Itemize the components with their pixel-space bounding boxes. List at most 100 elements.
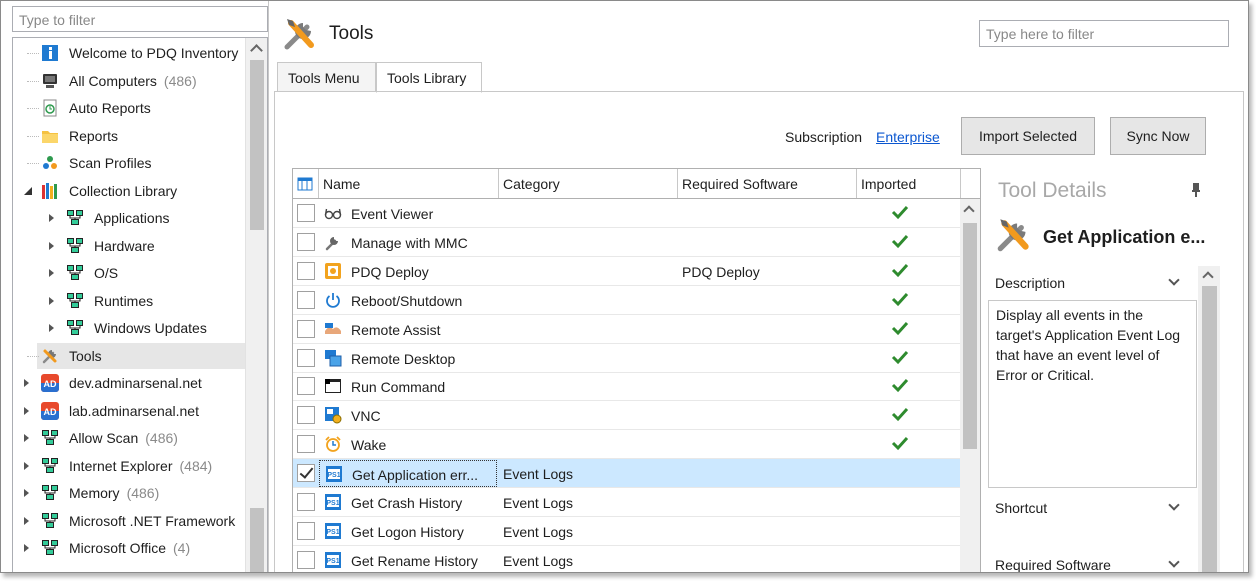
tree-item[interactable]: Tools <box>27 342 245 369</box>
tool-name-cell[interactable]: Remote Assist <box>319 316 497 343</box>
expand-arrow-icon[interactable] <box>24 379 29 387</box>
tool-name-cell[interactable]: Manage with MMC <box>319 229 497 256</box>
table-row[interactable]: Run Command <box>293 372 960 402</box>
details-scrollbar[interactable] <box>1198 266 1220 572</box>
row-checkbox[interactable] <box>297 261 315 280</box>
row-checkbox[interactable] <box>297 232 315 251</box>
tree-item[interactable]: Collection Library <box>13 178 245 204</box>
tool-name-cell[interactable]: PS1 Get Application err... <box>319 460 497 488</box>
row-checkbox[interactable] <box>297 521 315 540</box>
tree-filter-input[interactable]: Type to filter <box>12 6 268 32</box>
row-checkbox[interactable] <box>297 377 315 396</box>
table-row[interactable]: Remote Desktop <box>293 344 960 373</box>
tree-scrollbar[interactable] <box>245 38 267 572</box>
tree-scroll-thumb[interactable] <box>250 60 264 230</box>
subscription-link[interactable]: Enterprise <box>876 129 940 145</box>
scroll-up-icon[interactable] <box>250 44 263 57</box>
tree-item-count: (484) <box>179 457 213 474</box>
row-checkbox[interactable] <box>297 348 315 367</box>
expand-arrow-icon[interactable] <box>49 324 54 332</box>
expand-arrow-icon[interactable] <box>24 516 29 525</box>
tree-item[interactable]: Memory (486) <box>13 480 245 506</box>
tool-name-cell[interactable]: Reboot/Shutdown <box>319 287 497 314</box>
tree-item[interactable]: Hardware <box>13 233 245 259</box>
row-checkbox[interactable] <box>297 204 315 222</box>
table-row[interactable]: PS1 Get Rename History Event Logs <box>293 546 960 572</box>
table-row[interactable]: PDQ Deploy PDQ Deploy <box>293 257 960 286</box>
expand-arrow-icon[interactable] <box>49 214 54 222</box>
column-chooser-icon[interactable] <box>297 176 313 192</box>
tree-item[interactable]: Allow Scan (486) <box>13 425 245 451</box>
tree-item[interactable]: Windows Updates <box>13 315 245 341</box>
tree-item[interactable]: AD lab.adminarsenal.net <box>13 398 245 424</box>
expand-arrow-icon[interactable] <box>24 489 29 497</box>
required-software-section-header[interactable]: Required Software <box>995 557 1111 572</box>
expand-arrow-icon[interactable] <box>49 241 54 250</box>
tree-item[interactable]: O/S <box>13 260 245 286</box>
tool-name-cell[interactable]: Event Viewer <box>319 200 497 227</box>
tool-name-cell[interactable]: Wake <box>319 431 497 458</box>
pin-icon[interactable] <box>1192 183 1200 197</box>
column-header-imported[interactable]: Imported <box>857 169 961 198</box>
shortcut-section-header[interactable]: Shortcut <box>995 500 1047 516</box>
column-header-category[interactable]: Category <box>499 169 678 198</box>
tree-item[interactable]: AD dev.adminarsenal.net <box>13 370 245 396</box>
description-section-header[interactable]: Description <box>995 275 1065 291</box>
row-checkbox[interactable] <box>297 290 315 309</box>
tree-scroll-thumb-lower[interactable] <box>250 508 264 572</box>
expand-arrow-icon[interactable] <box>24 406 29 415</box>
column-header-required-software[interactable]: Required Software <box>678 169 857 198</box>
row-checkbox[interactable] <box>297 406 315 425</box>
import-selected-button[interactable]: Import Selected <box>961 117 1095 155</box>
row-checkbox[interactable] <box>297 550 315 569</box>
table-row[interactable]: Wake <box>293 430 960 460</box>
collapse-arrow-icon[interactable] <box>24 186 32 195</box>
details-scroll-up-icon[interactable] <box>1202 271 1214 283</box>
grid-scroll-up-icon[interactable] <box>963 205 975 217</box>
table-row[interactable]: Event Viewer <box>293 199 960 228</box>
table-row[interactable]: VNC <box>293 401 960 431</box>
table-row[interactable]: PS1 Get Logon History Event Logs <box>293 517 960 546</box>
tree-item[interactable]: Scan Profiles <box>13 150 245 176</box>
wrench-icon <box>325 236 338 251</box>
grid-scrollbar[interactable] <box>960 199 980 572</box>
tool-name-cell[interactable]: PS1 Get Logon History <box>319 518 497 545</box>
expand-arrow-icon[interactable] <box>49 269 54 277</box>
tool-name-cell[interactable]: Run Command <box>319 373 497 400</box>
table-row[interactable]: PS1 Get Crash History Event Logs <box>293 488 960 517</box>
expand-arrow-icon[interactable] <box>24 461 29 470</box>
tool-name-cell[interactable]: PS1 Get Crash History <box>319 489 497 516</box>
tree-item[interactable]: Runtimes <box>13 288 245 314</box>
table-row[interactable]: Manage with MMC <box>293 228 960 257</box>
tree-item[interactable]: All Computers (486) <box>13 68 245 94</box>
details-scroll-thumb[interactable] <box>1202 286 1217 572</box>
table-row[interactable]: Reboot/Shutdown <box>293 286 960 315</box>
expand-arrow-icon[interactable] <box>24 544 29 552</box>
row-checkbox[interactable] <box>297 464 315 483</box>
tree-item[interactable]: Applications <box>13 205 245 231</box>
tool-name-cell[interactable]: Remote Desktop <box>319 345 497 372</box>
tree-item[interactable]: Microsoft Office (4) <box>13 535 245 561</box>
row-checkbox[interactable] <box>297 319 315 338</box>
expand-arrow-icon[interactable] <box>24 434 29 442</box>
tree-item[interactable]: Reports <box>13 123 245 149</box>
tab-tools-library[interactable]: Tools Library <box>376 62 482 93</box>
expand-arrow-icon[interactable] <box>49 296 54 305</box>
column-header-name[interactable]: Name <box>319 169 499 198</box>
tool-name-cell[interactable]: VNC <box>319 402 497 429</box>
row-checkbox[interactable] <box>297 493 315 511</box>
tool-name-cell[interactable]: PDQ Deploy <box>319 258 497 285</box>
tree-item[interactable]: Auto Reports <box>13 95 245 121</box>
table-row[interactable]: PS1 Get Application err... Event Logs <box>293 459 960 489</box>
tree-item[interactable]: Welcome to PDQ Inventory <box>13 40 245 66</box>
grid-scroll-thumb[interactable] <box>963 223 977 449</box>
tree-item[interactable]: Microsoft .NET Framework <box>13 508 245 534</box>
sync-now-button[interactable]: Sync Now <box>1110 117 1206 155</box>
column-chooser[interactable] <box>293 169 319 198</box>
tab-tools-menu[interactable]: Tools Menu <box>277 62 376 92</box>
tree-item[interactable]: Internet Explorer (484) <box>13 453 245 479</box>
tool-name-cell[interactable]: PS1 Get Rename History <box>319 547 497 572</box>
grid-filter-input[interactable]: Type here to filter <box>979 20 1229 47</box>
table-row[interactable]: Remote Assist <box>293 315 960 344</box>
row-checkbox[interactable] <box>297 435 315 454</box>
